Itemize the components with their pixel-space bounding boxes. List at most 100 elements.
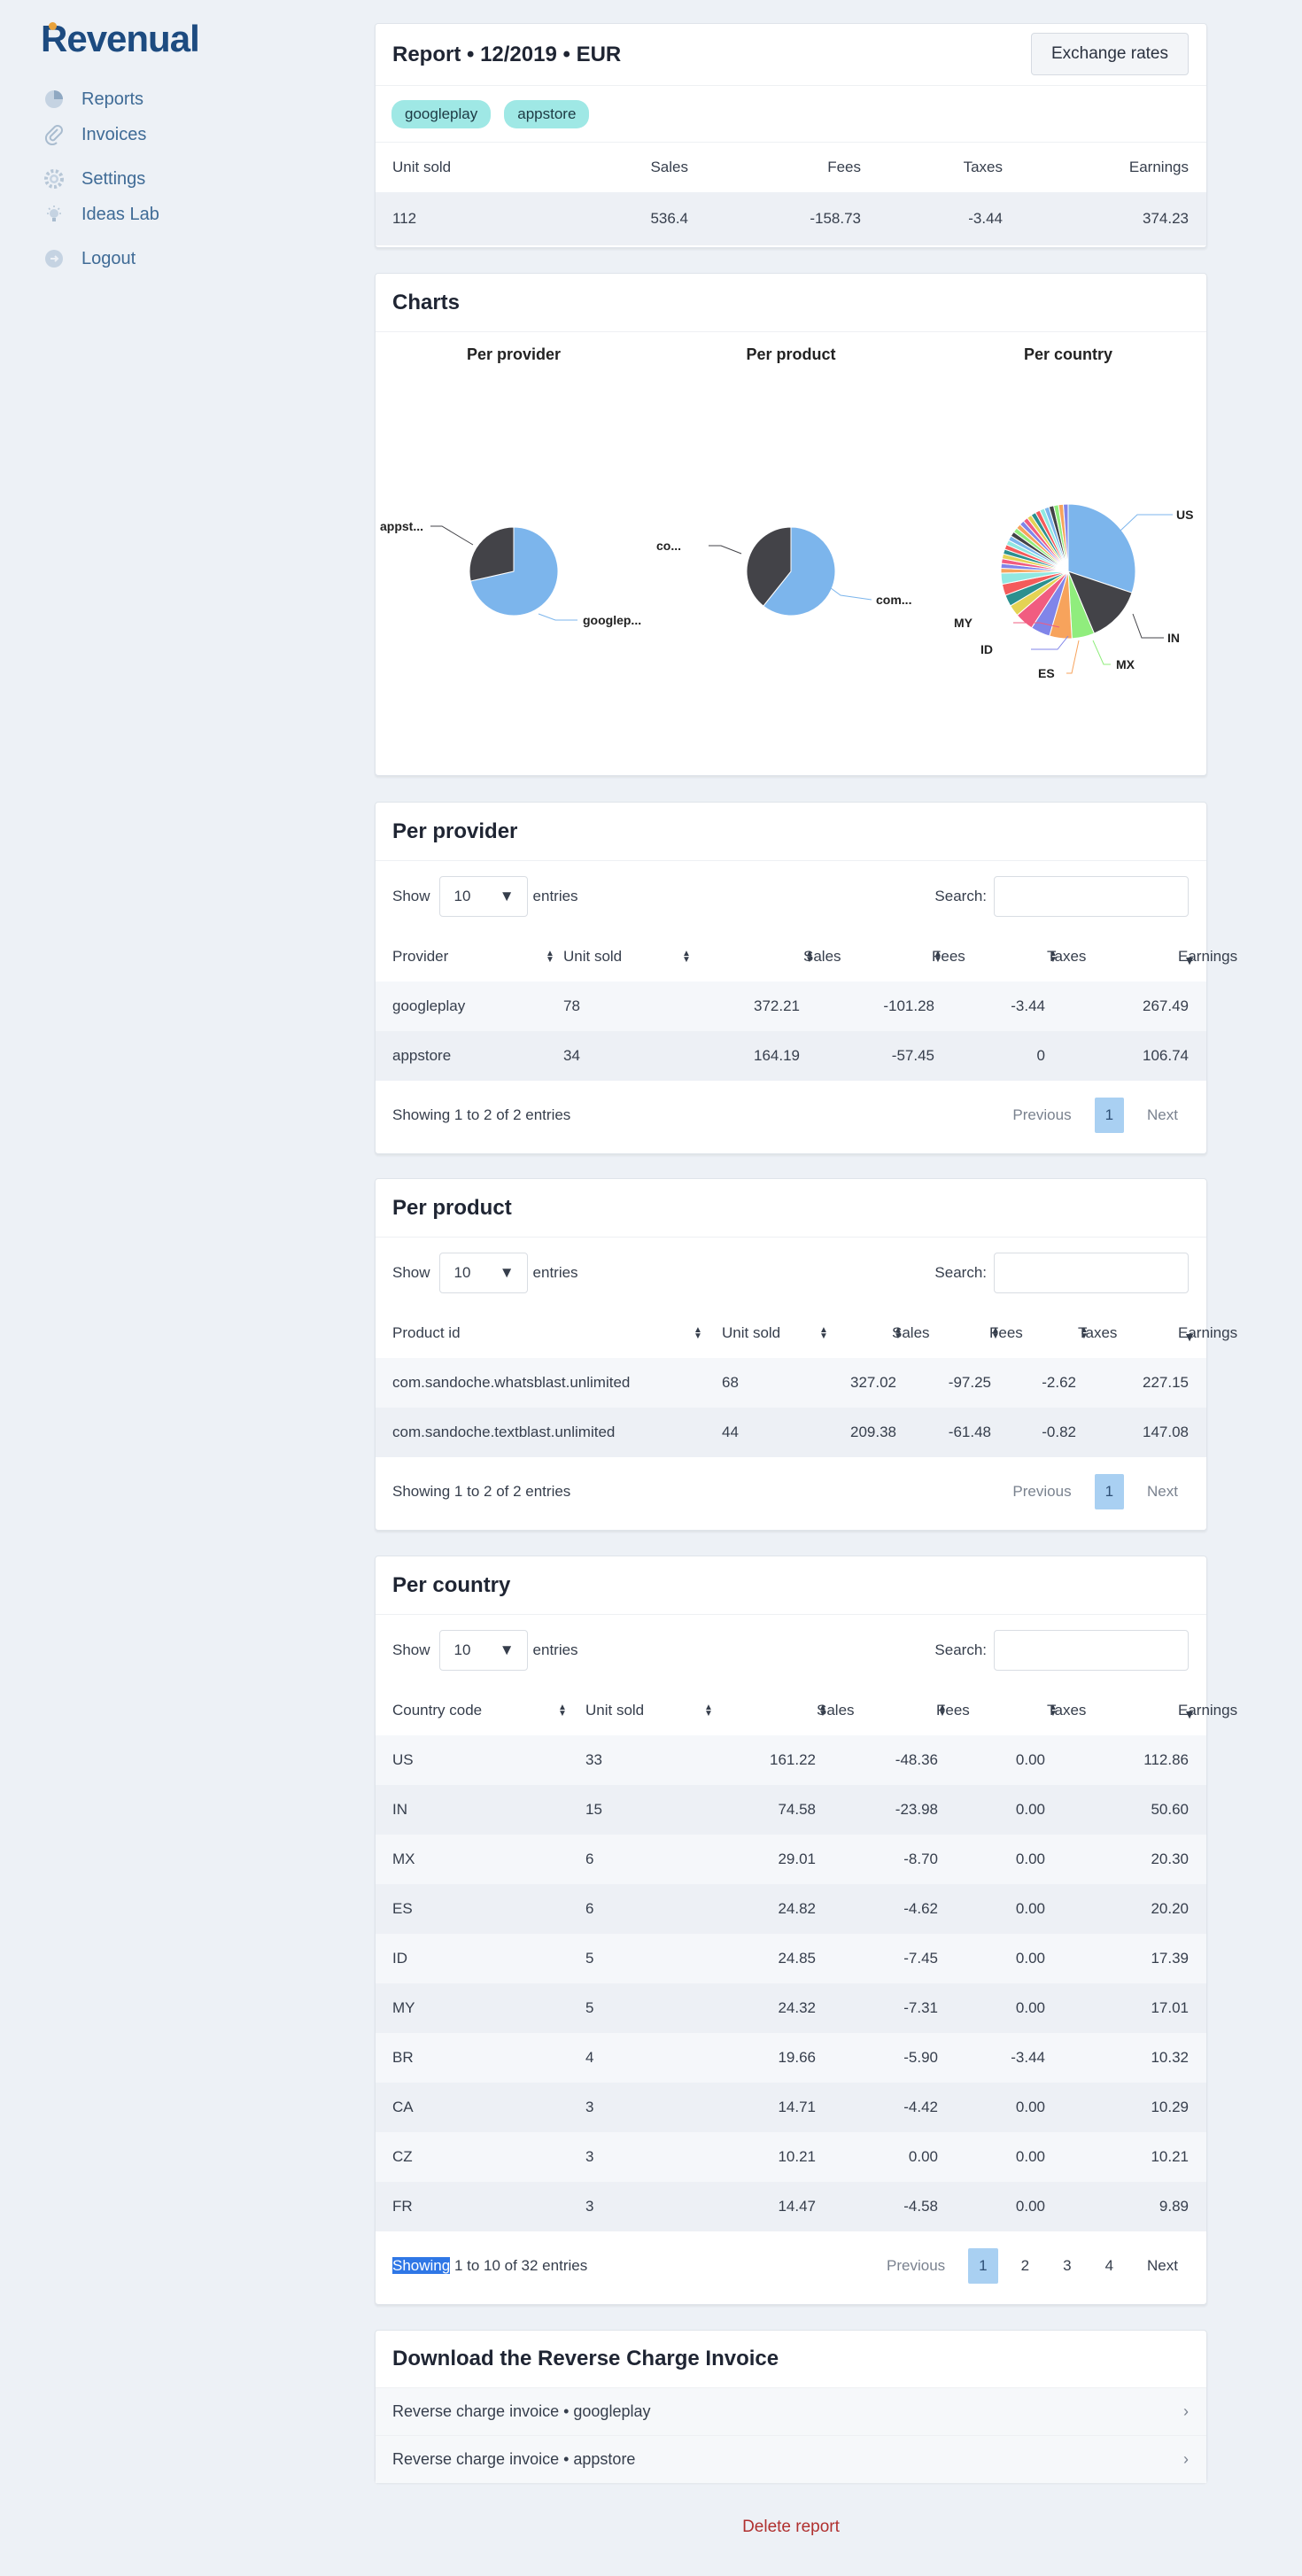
previous-button[interactable]: Previous [1002, 1098, 1081, 1133]
cell: -101.28 [883, 997, 934, 1014]
table-row: ES 6 24.82 -4.62 0.00 20.20 [376, 1884, 1206, 1934]
page-1-button[interactable]: 1 [1094, 1098, 1125, 1133]
entries-label: entries [532, 1641, 578, 1658]
sidebar-item-reports[interactable]: Reports [43, 86, 143, 113]
sort-icon: ▲ ▼ [1049, 1703, 1058, 1719]
table-row: googleplay 78 372.21 -101.28 -3.44 267.4… [376, 982, 1206, 1031]
per-product-title: Per product [376, 1179, 1206, 1238]
cell: -23.98 [895, 1801, 938, 1818]
sidebar-item-label: Ideas Lab [81, 204, 159, 224]
cell: 78 [563, 997, 580, 1014]
sort-icon: ▲ ▼ [934, 949, 942, 965]
cell: 0.00 [1015, 1999, 1045, 2016]
chart-label: com... [876, 593, 911, 607]
sort-icon: ▲ ▼ [805, 949, 814, 965]
show-label: Show [392, 888, 430, 904]
table-row: MY 5 24.32 -7.31 0.00 17.01 [376, 1983, 1206, 2033]
search-input[interactable] [994, 1630, 1189, 1671]
cell: 147.08 [1143, 1424, 1189, 1440]
table-controls: Show 10 ▼ entries Search: [376, 861, 1206, 932]
cell: 19.66 [778, 2049, 816, 2066]
cell: US [392, 1751, 414, 1768]
cell: ES [392, 1900, 413, 1917]
sort-desc-icon: ▼ [1183, 953, 1196, 968]
chart-label: IN [1167, 631, 1180, 645]
country-rows: US 33 161.22 -48.36 0.00 112.86 IN 15 74.58 -23.9… [376, 1735, 1206, 2231]
sidebar-item-label: Settings [81, 168, 146, 189]
cell: 17.01 [1151, 1999, 1189, 2016]
cell: 536.4 [650, 210, 688, 227]
page-2-button[interactable]: 2 [1011, 2248, 1040, 2284]
tag-googleplay[interactable]: googleplay [391, 99, 492, 128]
sidebar-item-label: Reports [81, 89, 144, 109]
cell: 0.00 [1015, 2148, 1045, 2165]
table-row: ID 5 24.85 -7.45 0.00 17.39 [376, 1934, 1206, 1983]
sort-icon: ▲ ▼ [818, 1703, 827, 1719]
app-logo[interactable]: Revenual [41, 18, 200, 60]
sidebar-item-invoices[interactable]: Invoices [43, 121, 146, 148]
cell: 0.00 [1015, 2198, 1045, 2215]
cell: CZ [392, 2148, 413, 2165]
cell: -4.62 [903, 1900, 938, 1917]
chart-title-country: Per country [1024, 345, 1112, 363]
sort-desc-icon: ▼ [1183, 1707, 1196, 1722]
chart-label: US [1176, 508, 1193, 522]
summary-header-row: Unit sold Sales Fees Taxes Earnings [376, 143, 1206, 192]
next-button[interactable]: Next [1136, 1474, 1189, 1509]
col-header: Unit sold [392, 159, 452, 175]
pie-slice-appstore[interactable] [469, 526, 515, 582]
page-3-button[interactable]: 3 [1052, 2248, 1081, 2284]
page-length-select[interactable]: 10 ▼ [438, 1630, 528, 1671]
sort-icon: ▲ ▼ [1049, 949, 1058, 965]
chart-label: co... [656, 539, 681, 553]
tag-appstore[interactable]: appstore [504, 99, 590, 128]
invoice-link-appstore[interactable]: Reverse charge invoice • appstore › [376, 2435, 1206, 2483]
cell: 6 [585, 1900, 594, 1917]
cell: 24.85 [778, 1950, 816, 1967]
exchange-rates-button[interactable]: Exchange rates [1030, 33, 1189, 75]
cell: -7.45 [903, 1950, 938, 1967]
cell: 3 [585, 2148, 594, 2165]
next-button[interactable]: Next [1136, 2248, 1189, 2284]
cell: com.sandoche.textblast.unlimited [392, 1424, 616, 1440]
sidebar-item-logout[interactable]: Logout [43, 245, 136, 272]
page-4-button[interactable]: 4 [1095, 2248, 1124, 2284]
cell: 374.23 [1143, 210, 1189, 227]
invoice-link-googleplay[interactable]: Reverse charge invoice • googleplay › [376, 2387, 1206, 2435]
cell: 5 [585, 1950, 594, 1967]
table-row: BR 4 19.66 -5.90 -3.44 10.32 [376, 2033, 1206, 2083]
table-row: com.sandoche.whatsblast.unlimited 68 327… [376, 1358, 1206, 1408]
per-country-title: Per country [376, 1556, 1206, 1615]
previous-button[interactable]: Previous [1002, 1474, 1081, 1509]
caret-down-icon: ▼ [499, 1641, 515, 1658]
page-length: Show 10 ▼ entries [392, 1630, 578, 1671]
cell: 10.21 [1151, 2148, 1189, 2165]
col-header: Earnings [1128, 159, 1189, 175]
page-length-value: 10 [453, 1641, 471, 1658]
gear-icon [43, 167, 66, 190]
page-1-button[interactable]: 1 [968, 2248, 998, 2284]
delete-report-button[interactable]: Delete report [375, 2518, 1207, 2537]
cell: 14.47 [778, 2198, 816, 2215]
search-input[interactable] [994, 876, 1189, 917]
cell: 15 [585, 1801, 602, 1818]
page-length-select[interactable]: 10 ▼ [438, 1253, 528, 1293]
cell: 3 [585, 2198, 594, 2215]
show-label: Show [392, 1264, 430, 1281]
pagination: Previous 1 2 3 4 Next [864, 2248, 1189, 2284]
chart-label: MX [1116, 657, 1135, 671]
sidebar-item-settings[interactable]: Settings [43, 166, 145, 192]
page-length-select[interactable]: 10 ▼ [438, 876, 528, 917]
cell: 20.30 [1151, 1851, 1189, 1867]
sidebar: Revenual Reports Invoices Settings Ideas… [0, 0, 354, 2576]
cell: -0.82 [1042, 1424, 1076, 1440]
previous-button[interactable]: Previous [876, 2248, 956, 2284]
cell: -97.25 [948, 1374, 991, 1391]
page-1-button[interactable]: 1 [1094, 1474, 1125, 1509]
cell: 209.38 [850, 1424, 896, 1440]
search-input[interactable] [994, 1253, 1189, 1293]
show-label: Show [392, 1641, 430, 1658]
sidebar-item-ideas-lab[interactable]: Ideas Lab [43, 201, 159, 228]
cell: 227.15 [1143, 1374, 1189, 1391]
next-button[interactable]: Next [1136, 1098, 1189, 1133]
